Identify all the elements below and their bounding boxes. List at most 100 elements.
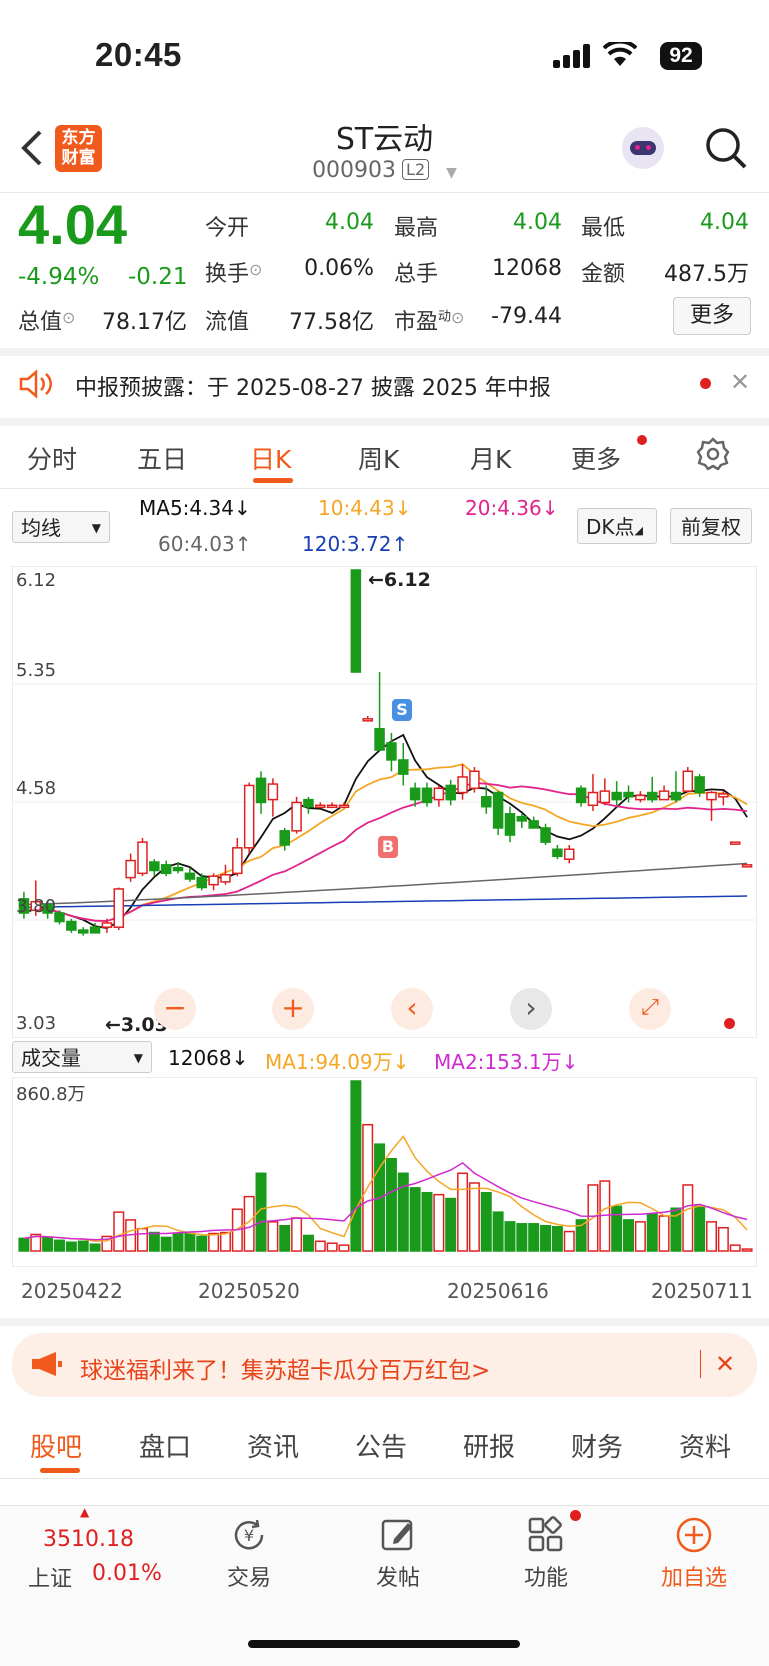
tab-monthly-k[interactable]: 月K bbox=[470, 440, 511, 476]
amount-label: 金额 bbox=[581, 262, 626, 287]
footer-trade[interactable]: 交易 bbox=[204, 1560, 294, 1592]
ma120-value: 120:3.72↑ bbox=[302, 532, 409, 556]
candle-body bbox=[243, 784, 255, 849]
footer-function[interactable]: 功能 bbox=[501, 1560, 591, 1592]
robot-assistant-icon[interactable] bbox=[622, 127, 664, 169]
tab-pankou[interactable]: 盘口 bbox=[139, 1427, 191, 1464]
volume-max-label: 860.8万 bbox=[16, 1084, 86, 1105]
close-icon[interactable]: ✕ bbox=[730, 368, 750, 396]
amount-value: 487.5万 bbox=[664, 262, 749, 287]
tab-research[interactable]: 研报 bbox=[463, 1427, 515, 1464]
footer-add-watchlist[interactable]: 加自选 bbox=[649, 1560, 739, 1592]
candle-body bbox=[315, 804, 326, 809]
tab-weekly-k[interactable]: 周K bbox=[358, 440, 399, 476]
index-value[interactable]: 3510.18 bbox=[43, 1527, 134, 1552]
speaker-icon bbox=[19, 369, 52, 399]
candle-body bbox=[220, 874, 231, 883]
candle-body bbox=[409, 787, 421, 801]
volume-bar bbox=[172, 1232, 184, 1252]
candle-body bbox=[658, 790, 670, 801]
dk-point-button[interactable]: DK点◢ bbox=[577, 508, 657, 544]
kline-chart[interactable] bbox=[12, 566, 757, 1038]
high-price-label: ←6.12 bbox=[368, 569, 431, 591]
function-grid-icon[interactable] bbox=[526, 1515, 566, 1555]
sell-marker[interactable]: S bbox=[392, 699, 412, 721]
pe-label[interactable]: 市盈动⊙ bbox=[394, 304, 464, 336]
candle-body bbox=[694, 776, 705, 794]
candle-body bbox=[101, 922, 113, 928]
indicator-select[interactable]: 均线 ▼ bbox=[12, 511, 110, 543]
turnover-label[interactable]: 换手⊙ bbox=[205, 256, 262, 288]
market-cap-label[interactable]: 总值⊙ bbox=[18, 304, 75, 336]
volume-bar bbox=[291, 1217, 303, 1252]
candle-body bbox=[611, 791, 622, 801]
volume-bar bbox=[65, 1241, 77, 1252]
volume-value: 12068 bbox=[492, 256, 562, 281]
candle-body bbox=[149, 861, 160, 872]
tab-daily-k[interactable]: 日K bbox=[250, 440, 291, 476]
tab-news[interactable]: 资讯 bbox=[247, 1427, 299, 1464]
volume-indicator-select[interactable]: 成交量 ▼ bbox=[12, 1041, 152, 1073]
candle-body bbox=[350, 569, 362, 673]
info-icon: ⊙ bbox=[451, 308, 465, 327]
y-label-4: 3.80 bbox=[16, 896, 57, 917]
cellular-signal-icon bbox=[553, 44, 591, 68]
buy-marker[interactable]: B bbox=[378, 836, 398, 858]
volume-bar bbox=[350, 1080, 362, 1252]
candle-body bbox=[113, 888, 125, 928]
candle-body bbox=[741, 864, 753, 868]
volume-bar bbox=[421, 1191, 433, 1252]
tab-five-day[interactable]: 五日 bbox=[137, 440, 187, 476]
tab-profile[interactable]: 资料 bbox=[679, 1427, 731, 1464]
scroll-right-button[interactable]: › bbox=[510, 988, 552, 1030]
adjust-button[interactable]: 前复权 bbox=[670, 508, 752, 544]
promo-close-icon[interactable]: ✕ bbox=[715, 1350, 735, 1378]
promo-text[interactable]: 球迷福利来了！集苏超卡瓜分百万红包> bbox=[80, 1351, 490, 1385]
trade-icon[interactable]: ¥ bbox=[229, 1515, 269, 1555]
volume-chart[interactable] bbox=[12, 1077, 757, 1267]
more-button[interactable]: 更多 bbox=[673, 297, 751, 335]
fullscreen-icon[interactable]: ⤢ bbox=[629, 988, 671, 1030]
tab-guba[interactable]: 股吧 bbox=[30, 1427, 82, 1464]
zoom-in-button[interactable]: + bbox=[272, 988, 314, 1030]
candle-body bbox=[516, 815, 528, 822]
tab-intraday[interactable]: 分时 bbox=[27, 440, 77, 476]
scroll-left-button[interactable]: ‹ bbox=[391, 988, 433, 1030]
volume-bar bbox=[694, 1205, 706, 1252]
settings-gear-icon[interactable] bbox=[696, 437, 730, 471]
candle-body bbox=[552, 848, 563, 858]
post-edit-icon[interactable] bbox=[378, 1515, 418, 1555]
tab-finance[interactable]: 财务 bbox=[571, 1427, 623, 1464]
function-dot bbox=[570, 1510, 581, 1521]
candle-body bbox=[291, 801, 302, 832]
volume-bar bbox=[184, 1232, 196, 1252]
candle-body bbox=[563, 848, 575, 860]
add-watchlist-icon[interactable] bbox=[674, 1515, 714, 1555]
candle-body bbox=[421, 787, 433, 804]
svg-text:¥: ¥ bbox=[244, 1526, 254, 1545]
pe-value: -79.44 bbox=[491, 304, 562, 329]
search-icon[interactable] bbox=[704, 126, 748, 170]
volume-bar bbox=[219, 1231, 231, 1252]
candle-body bbox=[66, 920, 77, 931]
candle-body bbox=[729, 841, 741, 845]
y-label-top: 6.12 bbox=[16, 570, 57, 591]
zoom-out-button[interactable]: − bbox=[154, 988, 196, 1030]
footer-post[interactable]: 发帖 bbox=[353, 1560, 443, 1592]
volume-bar bbox=[445, 1197, 457, 1252]
guba-tab-indicator bbox=[40, 1468, 80, 1473]
candle-body bbox=[326, 804, 338, 809]
home-indicator bbox=[248, 1640, 520, 1648]
volume-bar bbox=[160, 1236, 172, 1252]
tab-announcements[interactable]: 公告 bbox=[355, 1427, 407, 1464]
stock-code: 000903 bbox=[312, 158, 397, 183]
volume-bar bbox=[623, 1219, 635, 1252]
volume-bar bbox=[409, 1187, 421, 1252]
report-notice[interactable]: 中报预披露：于 2025-08-27 披露 2025 年中报 bbox=[75, 370, 551, 402]
ma10-value: 10:4.43↓ bbox=[318, 496, 412, 520]
candle-body bbox=[77, 929, 89, 934]
tab-more[interactable]: 更多 bbox=[571, 440, 621, 476]
index-arrow-icon: ▲ bbox=[80, 1505, 90, 1519]
volume-bar bbox=[433, 1193, 445, 1252]
volume-bar bbox=[54, 1239, 65, 1252]
